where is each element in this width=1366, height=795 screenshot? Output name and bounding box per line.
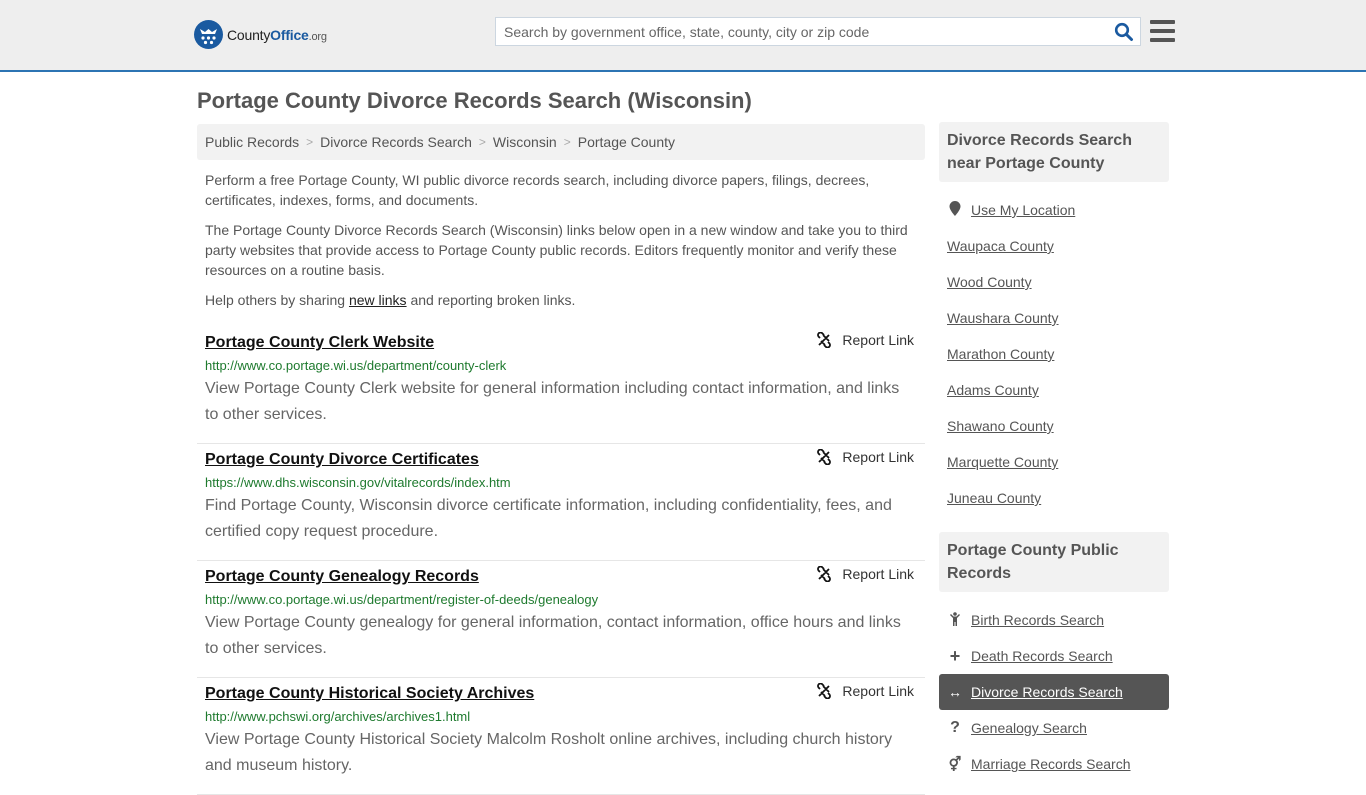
- result-url: https://www.dhs.wisconsin.gov/vitalrecor…: [205, 475, 511, 490]
- plus-icon: +: [949, 645, 961, 666]
- intro-paragraph-3: Help others by sharing new links and rep…: [205, 290, 915, 310]
- report-link-label: Report Link: [842, 683, 914, 699]
- logo-text: CountyOffice.org: [227, 27, 327, 43]
- report-link-label: Report Link: [842, 449, 914, 465]
- search-button[interactable]: [1114, 22, 1134, 42]
- nearby-county-link[interactable]: Waupaca County: [947, 238, 1054, 254]
- intro-help-text-end: and reporting broken links.: [406, 292, 576, 308]
- arrows-horizontal-icon: ↔: [948, 684, 962, 700]
- search-icon: [1114, 22, 1133, 41]
- nearby-list: Use My Location Waupaca County Wood Coun…: [939, 182, 1169, 516]
- nearby-county-item: Adams County: [939, 372, 1169, 408]
- public-record-item-divorce: ↔ Divorce Records Search: [939, 674, 1169, 710]
- breadcrumb-item-wisconsin[interactable]: Wisconsin: [493, 134, 557, 150]
- public-record-item-birth: Birth Records Search: [939, 602, 1169, 638]
- breadcrumb-separator-icon: >: [478, 135, 486, 149]
- nearby-county-item: Waushara County: [939, 300, 1169, 336]
- intro-text: Perform a free Portage County, WI public…: [205, 170, 915, 320]
- nearby-county-link[interactable]: Juneau County: [947, 490, 1041, 506]
- nearby-county-item: Juneau County: [939, 480, 1169, 516]
- broken-link-icon: [817, 683, 832, 699]
- result-title-link[interactable]: Portage County Genealogy Records: [205, 566, 479, 588]
- divorce-records-link[interactable]: Divorce Records Search: [971, 684, 1123, 700]
- public-records-heading: Portage County Public Records: [939, 532, 1169, 592]
- broken-link-icon: [817, 449, 832, 465]
- broken-link-icon: [817, 332, 832, 348]
- result-item: Portage County Historical Society Archiv…: [197, 678, 925, 795]
- report-link-button[interactable]: Report Link: [816, 566, 914, 582]
- breadcrumb: Public Records > Divorce Records Search …: [197, 124, 925, 160]
- report-link-button[interactable]: Report Link: [816, 332, 914, 348]
- report-link-button[interactable]: Report Link: [816, 449, 914, 465]
- nearby-county-item: Shawano County: [939, 408, 1169, 444]
- nearby-county-item: Marathon County: [939, 336, 1169, 372]
- result-description: View Portage County Clerk website for ge…: [205, 380, 900, 423]
- broken-link-icon: [817, 566, 832, 582]
- intro-help-text: Help others by sharing: [205, 292, 349, 308]
- menu-bar: [1150, 29, 1175, 33]
- results-list: Portage County Clerk Website Report Link…: [197, 327, 925, 795]
- breadcrumb-separator-icon: >: [563, 135, 571, 149]
- public-record-item-marriage: ⚥ Marriage Records Search: [939, 746, 1169, 782]
- result-description: View Portage County Historical Society M…: [205, 731, 893, 774]
- search-input[interactable]: [496, 18, 1096, 45]
- venus-mars-icon: ⚥: [948, 755, 962, 772]
- logo-badge-icon: [194, 20, 223, 49]
- site-logo[interactable]: CountyOffice.org: [194, 20, 327, 49]
- nearby-county-item: Wood County: [939, 264, 1169, 300]
- nearby-county-link[interactable]: Shawano County: [947, 418, 1054, 434]
- birth-records-link[interactable]: Birth Records Search: [971, 612, 1104, 628]
- logo-county: County: [227, 26, 271, 43]
- intro-paragraph-1: Perform a free Portage County, WI public…: [205, 172, 870, 208]
- nearby-county-item: Marquette County: [939, 444, 1169, 480]
- use-my-location-link[interactable]: Use My Location: [971, 202, 1075, 218]
- nearby-county-link[interactable]: Wood County: [947, 274, 1032, 290]
- public-records-list: Birth Records Search + Death Records Sea…: [939, 592, 1169, 782]
- page-title: Portage County Divorce Records Search (W…: [197, 88, 752, 113]
- result-title-link[interactable]: Portage County Divorce Certificates: [205, 449, 479, 471]
- breadcrumb-separator-icon: >: [306, 135, 314, 149]
- result-url: http://www.co.portage.wi.us/department/r…: [205, 592, 599, 607]
- nearby-county-link[interactable]: Marathon County: [947, 346, 1054, 362]
- sidebar: Divorce Records Search near Portage Coun…: [939, 122, 1169, 782]
- result-item: Portage County Divorce Certificates Repo…: [197, 444, 925, 561]
- question-icon: ?: [950, 719, 960, 736]
- report-link-label: Report Link: [842, 566, 914, 582]
- result-description: View Portage County genealogy for genera…: [205, 614, 901, 657]
- nearby-county-link[interactable]: Waushara County: [947, 310, 1059, 326]
- nearby-county-link[interactable]: Adams County: [947, 382, 1039, 398]
- report-link-button[interactable]: Report Link: [816, 683, 914, 699]
- genealogy-search-link[interactable]: Genealogy Search: [971, 720, 1087, 736]
- marriage-records-link[interactable]: Marriage Records Search: [971, 756, 1131, 772]
- result-url: http://www.co.portage.wi.us/department/c…: [205, 358, 507, 373]
- result-description: Find Portage County, Wisconsin divorce c…: [205, 497, 892, 540]
- top-header: CountyOffice.org: [0, 0, 1366, 72]
- nearby-county-item: Waupaca County: [939, 228, 1169, 264]
- breadcrumb-item-divorce-records-search[interactable]: Divorce Records Search: [320, 134, 472, 150]
- result-url: http://www.pchswi.org/archives/archives1…: [205, 709, 471, 724]
- result-title-link[interactable]: Portage County Clerk Website: [205, 332, 434, 354]
- death-records-link[interactable]: Death Records Search: [971, 648, 1113, 664]
- public-record-item-death: + Death Records Search: [939, 638, 1169, 674]
- logo-office: Office: [270, 26, 309, 43]
- use-location-item: Use My Location: [939, 192, 1169, 228]
- result-item: Portage County Clerk Website Report Link…: [197, 327, 925, 444]
- breadcrumb-item-public-records[interactable]: Public Records: [205, 134, 299, 150]
- result-item: Portage County Genealogy Records Report …: [197, 561, 925, 678]
- child-icon: [947, 611, 963, 629]
- intro-paragraph-2: The Portage County Divorce Records Searc…: [205, 222, 908, 278]
- breadcrumb-item-current: Portage County: [577, 134, 676, 150]
- nearby-county-link[interactable]: Marquette County: [947, 454, 1058, 470]
- nearby-heading: Divorce Records Search near Portage Coun…: [939, 122, 1169, 182]
- map-marker-icon: [947, 201, 963, 219]
- menu-bar: [1150, 20, 1175, 24]
- result-title-link[interactable]: Portage County Historical Society Archiv…: [205, 683, 534, 705]
- menu-bar: [1150, 38, 1175, 42]
- report-link-label: Report Link: [842, 332, 914, 348]
- new-links-link[interactable]: new links: [349, 292, 407, 308]
- hamburger-menu-icon[interactable]: [1150, 20, 1175, 42]
- logo-org: .org: [308, 30, 327, 43]
- search-box: [495, 17, 1141, 46]
- public-record-item-genealogy: ? Genealogy Search: [939, 710, 1169, 746]
